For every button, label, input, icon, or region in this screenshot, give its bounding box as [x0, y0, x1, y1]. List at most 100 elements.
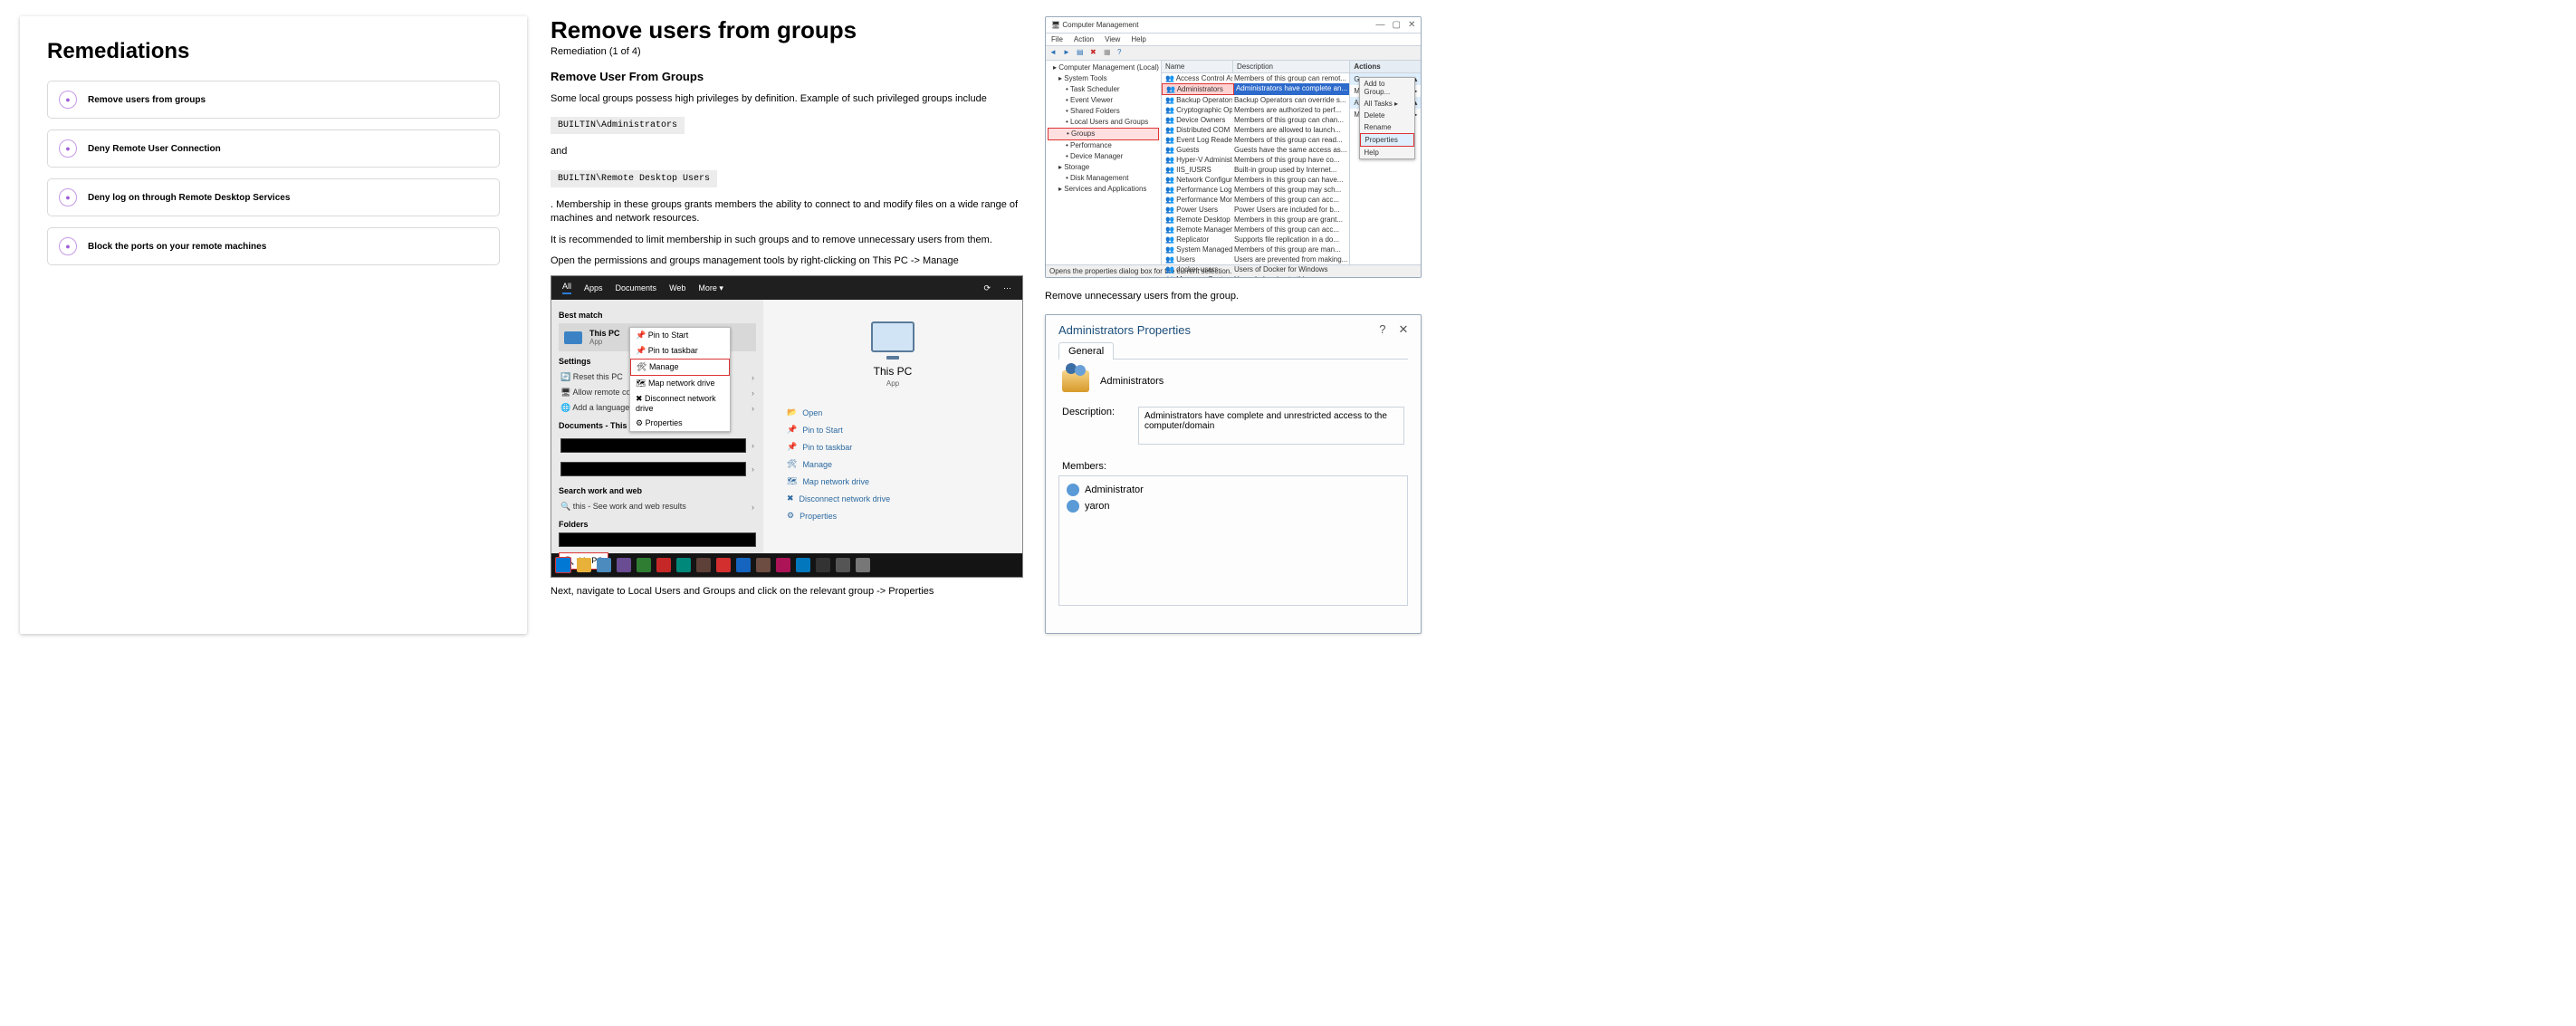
- action-item[interactable]: ✖Disconnect network drive: [787, 490, 1022, 507]
- member-row[interactable]: Administrator: [1065, 482, 1402, 498]
- group-row[interactable]: 👥 Hyper-V AdministratorsMembers of this …: [1162, 155, 1349, 165]
- tree-node[interactable]: • Disk Management: [1048, 173, 1159, 184]
- tree-node[interactable]: • Groups: [1048, 128, 1159, 140]
- group-row[interactable]: 👥 ReplicatorSupports file replication in…: [1162, 235, 1349, 245]
- taskbar-app-icon[interactable]: [776, 558, 790, 572]
- action-item[interactable]: ⚙Properties: [787, 507, 1022, 524]
- tree-node[interactable]: ▸ System Tools: [1048, 73, 1159, 84]
- remediation-card[interactable]: ●Remove users from groups: [47, 81, 500, 119]
- remediation-card[interactable]: ●Block the ports on your remote machines: [47, 227, 500, 265]
- menu-help[interactable]: Help: [1131, 35, 1145, 43]
- menu-view[interactable]: View: [1105, 35, 1120, 43]
- ctx-map-drive[interactable]: 🗺 Map network drive: [630, 376, 730, 391]
- doc-row-1[interactable]: ›: [559, 434, 756, 457]
- tab-all[interactable]: All: [562, 282, 571, 294]
- group-row[interactable]: 👥 Network Configuratio...Members in this…: [1162, 175, 1349, 185]
- action-item[interactable]: 📌Pin to taskbar: [787, 438, 1022, 455]
- tree-node[interactable]: ▸ Storage: [1048, 162, 1159, 173]
- toolbar-delete-icon[interactable]: ✖: [1090, 48, 1100, 58]
- help-icon[interactable]: ?: [1379, 322, 1385, 337]
- taskbar-app-icon[interactable]: [617, 558, 631, 572]
- minimize-icon[interactable]: —: [1376, 20, 1385, 30]
- col-description[interactable]: Description: [1233, 61, 1349, 72]
- tree-node[interactable]: • Task Scheduler: [1048, 84, 1159, 95]
- group-row[interactable]: 👥 GuestsGuests have the same access as..…: [1162, 145, 1349, 155]
- group-row[interactable]: 👥 Event Log ReadersMembers of this group…: [1162, 135, 1349, 145]
- taskbar-app-icon[interactable]: [756, 558, 771, 572]
- group-row[interactable]: 👥 Remote Management...Members of this gr…: [1162, 225, 1349, 235]
- ctx-help[interactable]: Help: [1360, 147, 1414, 158]
- remediation-card[interactable]: ●Deny Remote User Connection: [47, 129, 500, 168]
- group-row[interactable]: 👥 Distributed COM UsersMembers are allow…: [1162, 125, 1349, 135]
- ctx-add-to-group[interactable]: Add to Group...: [1360, 78, 1414, 98]
- action-item[interactable]: 📌Pin to Start: [787, 421, 1022, 438]
- feedback-icon[interactable]: ⟳: [983, 283, 991, 293]
- taskbar-app-icon[interactable]: [836, 558, 850, 572]
- description-field[interactable]: Administrators have complete and unrestr…: [1138, 407, 1404, 445]
- group-row[interactable]: 👥 UsersUsers are prevented from making..…: [1162, 254, 1349, 264]
- toolbar-up-icon[interactable]: ▤: [1077, 48, 1087, 58]
- tree-node[interactable]: • Event Viewer: [1048, 95, 1159, 106]
- toolbar-back-icon[interactable]: ◄: [1049, 48, 1059, 58]
- group-row[interactable]: 👥 Power UsersPower Users are included fo…: [1162, 205, 1349, 215]
- close-icon[interactable]: ✕: [1398, 322, 1408, 337]
- group-row[interactable]: 👥 Remote Desktop UsersMembers in this gr…: [1162, 215, 1349, 225]
- doc-row-2[interactable]: ›: [559, 457, 756, 481]
- group-row[interactable]: 👥 Device OwnersMembers of this group can…: [1162, 115, 1349, 125]
- toolbar-forward-icon[interactable]: ►: [1063, 48, 1073, 58]
- action-item[interactable]: 🗺Map network drive: [787, 473, 1022, 490]
- group-row[interactable]: 👥 Backup OperatorsBackup Operators can o…: [1162, 95, 1349, 105]
- cm-tree[interactable]: ▸ Computer Management (Local)▸ System To…: [1046, 61, 1162, 264]
- ctx-disconnect-drive[interactable]: ✖ Disconnect network drive: [630, 391, 730, 416]
- taskbar-app-icon[interactable]: [856, 558, 870, 572]
- taskbar-app-icon[interactable]: [637, 558, 651, 572]
- group-row[interactable]: 👥 Cryptographic Operat...Members are aut…: [1162, 105, 1349, 115]
- tab-web[interactable]: Web: [669, 283, 685, 292]
- close-icon[interactable]: ✕: [1408, 20, 1415, 30]
- tab-more[interactable]: More ▾: [698, 283, 723, 293]
- tree-node[interactable]: • Device Manager: [1048, 151, 1159, 162]
- toolbar-help-icon[interactable]: ?: [1117, 48, 1127, 58]
- group-row[interactable]: 👥 AdministratorsAdministrators have comp…: [1162, 83, 1349, 95]
- taskbar-explorer-icon[interactable]: [577, 558, 591, 572]
- member-row[interactable]: yaron: [1065, 498, 1402, 514]
- more-icon[interactable]: ⋯: [1003, 283, 1011, 293]
- action-item[interactable]: 🛠Manage: [787, 455, 1022, 473]
- members-listbox[interactable]: Administrator yaron: [1058, 475, 1408, 606]
- ctx-pin-taskbar[interactable]: 📌 Pin to taskbar: [630, 343, 730, 359]
- taskbar-app-icon[interactable]: [676, 558, 691, 572]
- taskbar-app-icon[interactable]: [736, 558, 751, 572]
- tree-node[interactable]: • Local Users and Groups: [1048, 117, 1159, 128]
- group-row[interactable]: 👥 Access Control Assist...Members of thi…: [1162, 73, 1349, 83]
- taskbar-app-icon[interactable]: [696, 558, 711, 572]
- tree-node[interactable]: • Performance: [1048, 140, 1159, 151]
- tree-node[interactable]: ▸ Services and Applications: [1048, 184, 1159, 195]
- col-name[interactable]: Name: [1162, 61, 1233, 72]
- action-item[interactable]: 📂Open: [787, 404, 1022, 421]
- ctx-rename[interactable]: Rename: [1360, 121, 1414, 133]
- group-row[interactable]: 👥 Performance Log UsersMembers of this g…: [1162, 185, 1349, 195]
- taskbar-app-icon[interactable]: [716, 558, 731, 572]
- group-row[interactable]: 👥 IIS_IUSRSBuilt-in group used by Intern…: [1162, 165, 1349, 175]
- tab-documents[interactable]: Documents: [616, 283, 657, 292]
- sww-item[interactable]: 🔍 this - See work and web results›: [559, 499, 756, 514]
- taskbar-app-icon[interactable]: [597, 558, 611, 572]
- taskbar-app-icon[interactable]: [796, 558, 810, 572]
- ctx-all-tasks[interactable]: All Tasks ▸: [1360, 98, 1414, 110]
- start-button[interactable]: [555, 557, 571, 573]
- remediation-card[interactable]: ●Deny log on through Remote Desktop Serv…: [47, 178, 500, 216]
- tab-apps[interactable]: Apps: [584, 283, 603, 292]
- menu-action[interactable]: Action: [1074, 35, 1094, 43]
- menu-file[interactable]: File: [1051, 35, 1063, 43]
- ctx-properties[interactable]: Properties: [1360, 133, 1414, 147]
- taskbar-app-icon[interactable]: [656, 558, 671, 572]
- group-row[interactable]: 👥 Performance Monitor...Members of this …: [1162, 195, 1349, 205]
- maximize-icon[interactable]: ▢: [1393, 20, 1401, 30]
- ctx-properties[interactable]: ⚙ Properties: [630, 416, 730, 431]
- ctx-manage[interactable]: 🛠 Manage: [630, 359, 730, 376]
- tree-node[interactable]: ▸ Computer Management (Local): [1048, 62, 1159, 73]
- group-row[interactable]: 👥 docker-usersUsers of Docker for Window…: [1162, 264, 1349, 274]
- group-row[interactable]: 👥 Message Capture UsersUsers belonging t…: [1162, 274, 1349, 278]
- toolbar-properties-icon[interactable]: ▦: [1104, 48, 1114, 58]
- ctx-delete[interactable]: Delete: [1360, 110, 1414, 121]
